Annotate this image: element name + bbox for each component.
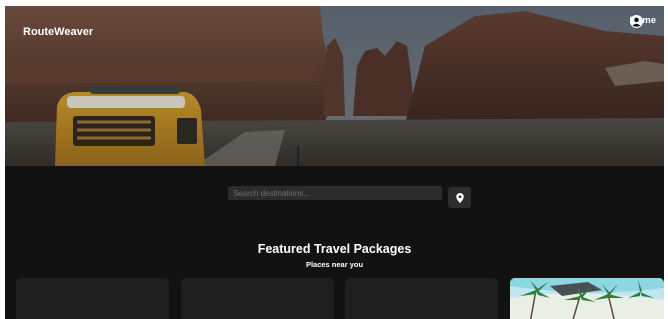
hero-banner: RouteWeaver Home [5, 6, 664, 166]
package-card-1[interactable] [16, 278, 169, 319]
hero-image [5, 6, 664, 166]
package-card-4[interactable] [510, 278, 664, 319]
location-button[interactable] [448, 187, 471, 208]
app-frame: RouteWeaver Home Featured Travel Package… [5, 6, 664, 319]
map-pin-icon [455, 192, 464, 203]
section-subtitle: Places near you [305, 260, 364, 269]
top-nav: Home [629, 15, 656, 28]
search-input[interactable] [228, 186, 442, 200]
account-circle-icon[interactable] [629, 15, 643, 28]
package-card-2[interactable] [181, 278, 334, 319]
package-card-3[interactable] [345, 278, 498, 319]
card-image-beach [510, 278, 664, 319]
section-title: Featured Travel Packages [257, 242, 412, 256]
brand-logo[interactable]: RouteWeaver [23, 26, 93, 38]
search-bar [228, 186, 471, 208]
